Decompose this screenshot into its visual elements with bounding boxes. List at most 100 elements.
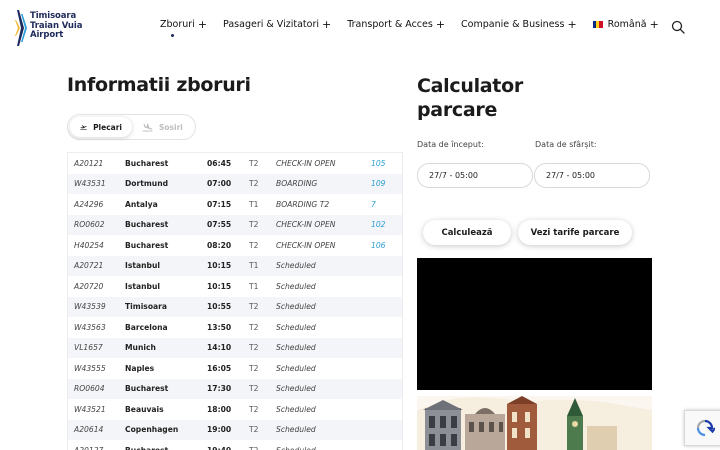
nav-item-transport[interactable]: Transport & Acces + — [347, 17, 446, 31]
flight-destination: Antalya — [125, 199, 158, 209]
nav-label: Zboruri — [160, 19, 195, 30]
calculate-button[interactable]: Calculează — [423, 220, 511, 245]
flight-time: 13:50 — [207, 322, 232, 332]
nav-label: Transport & Acces — [347, 19, 433, 30]
flight-terminal: T2 — [249, 384, 259, 394]
nav-item-zboruri[interactable]: Zboruri + — [160, 19, 207, 37]
plus-icon: + — [649, 17, 659, 31]
flight-terminal: T2 — [249, 363, 259, 373]
flight-terminal: T1 — [249, 281, 259, 291]
site-header: Timisoara Traian Vuia Airport Zboruri + … — [0, 0, 720, 56]
table-row[interactable]: A20127Bucharest19:40T2Scheduled — [68, 440, 402, 450]
flight-status: Scheduled — [276, 446, 371, 450]
flight-terminal: T2 — [249, 158, 259, 168]
recaptcha-badge[interactable] — [684, 410, 720, 446]
flight-code: W43521 — [74, 404, 106, 414]
flight-time: 19:40 — [207, 446, 249, 450]
table-row[interactable]: W43563 Barcelona 13:50 T2 Scheduled — [68, 317, 402, 338]
flight-destination: Istanbul — [125, 281, 160, 291]
table-row[interactable]: A20720 Istanbul 10:15 T1 Scheduled — [68, 276, 402, 297]
flight-code: A20127 — [68, 446, 125, 450]
tab-label: Plecari — [93, 122, 122, 132]
end-date-label: Data de sfârșit: — [535, 140, 597, 149]
logo-mark-icon — [15, 10, 27, 46]
flight-status: Scheduled — [276, 384, 316, 394]
flights-title: Informatii zboruri — [67, 74, 251, 96]
table-row[interactable]: W43521 Beauvais 18:00 T2 Scheduled — [68, 399, 402, 420]
flight-time: 18:00 — [207, 404, 232, 414]
table-row[interactable]: A20121 Bucharest 06:45 T2 CHECK-IN OPEN 105 — [68, 153, 402, 174]
flight-terminal: T2 — [249, 425, 259, 435]
flight-terminal: T2 — [249, 446, 276, 450]
table-row[interactable]: A20614 Copenhagen 19:00 T2 Scheduled — [68, 419, 402, 440]
flight-terminal: T2 — [249, 179, 259, 189]
flight-status: BOARDING — [276, 179, 318, 189]
table-row[interactable]: RO0604 Bucharest 17:30 T2 Scheduled — [68, 378, 402, 399]
flights-direction-toggle: Plecari Sosiri — [67, 114, 196, 140]
flight-code: W43531 — [74, 179, 106, 189]
table-row[interactable]: A20721 Istanbul 10:15 T1 Scheduled — [68, 255, 402, 276]
table-row[interactable]: H40254 Bucharest 08:20 T2 CHECK-IN OPEN 106 — [68, 235, 402, 256]
flight-status: Scheduled — [276, 281, 316, 291]
flight-gate: 102 — [371, 220, 386, 230]
flight-time: 07:55 — [207, 220, 232, 230]
search-icon[interactable] — [671, 20, 685, 34]
city-illustration — [417, 396, 652, 450]
flight-code: A20121 — [74, 158, 104, 168]
flight-time: 10:15 — [207, 281, 232, 291]
flight-terminal: T1 — [249, 261, 259, 271]
main-nav: Zboruri + Pasageri & Vizitatori + Transp… — [160, 17, 659, 37]
video-player[interactable] — [417, 258, 652, 390]
start-date-input[interactable]: 27/7 - 05:00 — [417, 163, 533, 188]
table-row[interactable]: RO0602 Bucharest 07:55 T2 CHECK-IN OPEN 102 — [68, 214, 402, 235]
plus-icon: + — [567, 17, 577, 31]
flight-code: VL1657 — [74, 343, 103, 353]
flight-code: H40254 — [74, 240, 104, 250]
flight-destination: Bucharest — [125, 220, 169, 230]
tab-departures[interactable]: Plecari — [70, 117, 132, 137]
flight-time: 10:55 — [207, 302, 232, 312]
flight-terminal: T1 — [249, 199, 259, 209]
flight-time: 07:00 — [207, 179, 232, 189]
plus-icon: + — [435, 17, 446, 31]
flight-gate: 105 — [371, 158, 386, 168]
nav-item-companie[interactable]: Companie & Business + — [461, 17, 577, 31]
logo-text: Timisoara Traian Vuia Airport — [30, 11, 82, 41]
table-row[interactable]: W43555 Naples 16:05 T2 Scheduled — [68, 358, 402, 379]
flight-code: A24296 — [74, 199, 104, 209]
flight-status: Scheduled — [276, 302, 316, 312]
flight-code: W43563 — [74, 322, 106, 332]
flight-code: RO0604 — [74, 384, 105, 394]
airport-logo[interactable]: Timisoara Traian Vuia Airport — [14, 6, 94, 50]
flight-status: CHECK-IN OPEN — [276, 158, 336, 168]
flight-code: A20614 — [74, 425, 104, 435]
nav-item-language[interactable]: Română + — [592, 17, 659, 31]
parking-rates-button[interactable]: Vezi tarife parcare — [518, 220, 632, 245]
tab-label: Sosiri — [159, 122, 183, 132]
nav-item-pasageri[interactable]: Pasageri & Vizitatori + — [223, 19, 331, 31]
flight-time: 10:15 — [207, 261, 232, 271]
flight-terminal: T2 — [249, 240, 259, 250]
flight-destination: Dortmund — [125, 179, 169, 189]
flight-time: 19:00 — [207, 425, 232, 435]
flight-gate: 106 — [371, 240, 386, 250]
flight-destination: Timisoara — [125, 302, 168, 312]
flight-terminal: T2 — [249, 302, 259, 312]
arrival-plane-icon — [142, 123, 153, 131]
flight-status: Scheduled — [276, 261, 316, 271]
table-row[interactable]: VL1657 Munich 14:10 T2 Scheduled — [68, 337, 402, 358]
table-row[interactable]: W43539 Timisoara 10:55 T2 Scheduled — [68, 296, 402, 317]
tab-arrivals[interactable]: Sosiri — [132, 117, 193, 137]
flight-status: Scheduled — [276, 363, 316, 373]
flights-table: A20121 Bucharest 06:45 T2 CHECK-IN OPEN 105 W4… — [67, 152, 403, 450]
end-date-input[interactable]: 27/7 - 05:00 — [534, 163, 650, 188]
flight-time: 17:30 — [207, 384, 232, 394]
flight-status: BOARDING T2 — [276, 199, 330, 209]
flight-gate: 109 — [371, 179, 386, 189]
table-row[interactable]: W43531 Dortmund 07:00 T2 BOARDING 109 — [68, 173, 402, 194]
flight-code: RO0602 — [74, 220, 105, 230]
parking-calculator-title: Calculator parcare — [417, 75, 523, 121]
flight-terminal: T2 — [249, 343, 259, 353]
table-row[interactable]: A24296 Antalya 07:15 T1 BOARDING T2 7 — [68, 194, 402, 215]
flight-time: 06:45 — [207, 158, 232, 168]
